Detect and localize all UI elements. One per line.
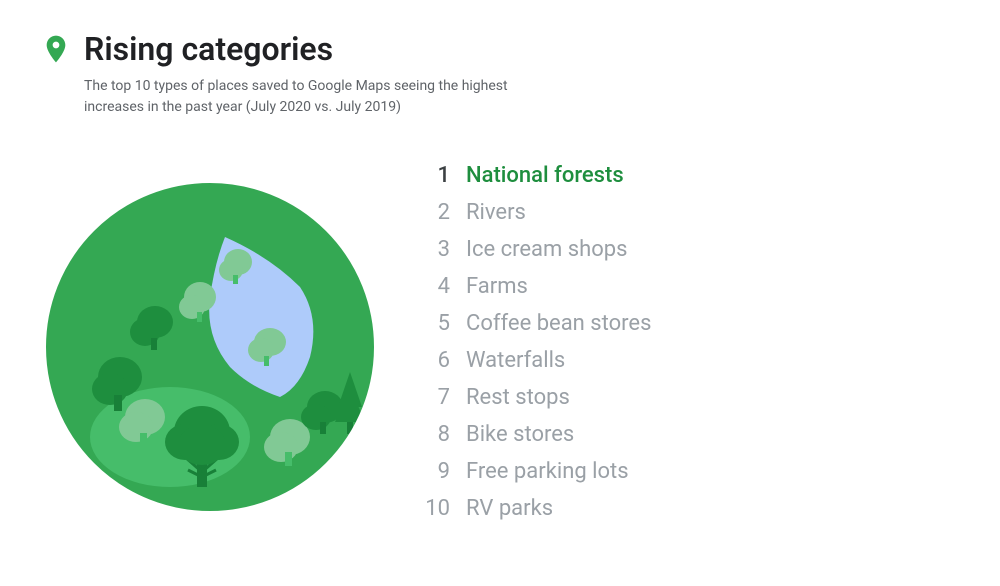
rank-label: Coffee bean stores [466,311,651,336]
rank-label: Bike stores [466,422,574,447]
rank-label: Farms [466,274,528,299]
rank-item: 8 Bike stores [410,418,960,451]
rank-label: National forests [466,163,624,188]
rank-item: 9 Free parking lots [410,455,960,488]
rankings-list: 1 National forests 2 Rivers 3 Ice cream shops… [410,159,960,525]
page-title: Rising categories [84,30,333,68]
rank-label: RV parks [466,496,553,521]
rank-label: Waterfalls [466,348,565,373]
rank-number: 9 [410,459,450,484]
rank-item: 10 RV parks [410,492,960,525]
main-content: 1 National forests 2 Rivers 3 Ice cream shops… [40,128,960,556]
rank-label: Ice cream shops [466,237,628,262]
rank-number: 8 [410,422,450,447]
rank-item: 1 National forests [410,159,960,192]
rank-label: Free parking lots [466,459,629,484]
rank-number: 3 [410,237,450,262]
rank-number: 5 [410,311,450,336]
page-header: Rising categories [40,30,960,68]
rank-item: 2 Rivers [410,196,960,229]
rank-label: Rest stops [466,385,570,410]
rank-number: 4 [410,274,450,299]
rank-number: 7 [410,385,450,410]
rank-item: 3 Ice cream shops [410,233,960,266]
rank-number: 10 [410,496,450,521]
page-subtitle: The top 10 types of places saved to Goog… [84,76,524,118]
rank-item: 6 Waterfalls [410,344,960,377]
map-pin-icon [40,33,72,65]
rank-number: 2 [410,200,450,225]
rank-item: 4 Farms [410,270,960,303]
illustration-circle [40,177,380,517]
rank-item: 5 Coffee bean stores [410,307,960,340]
rank-label: Rivers [466,200,526,225]
rank-number: 6 [410,348,450,373]
rank-number: 1 [410,163,450,188]
rank-item: 7 Rest stops [410,381,960,414]
